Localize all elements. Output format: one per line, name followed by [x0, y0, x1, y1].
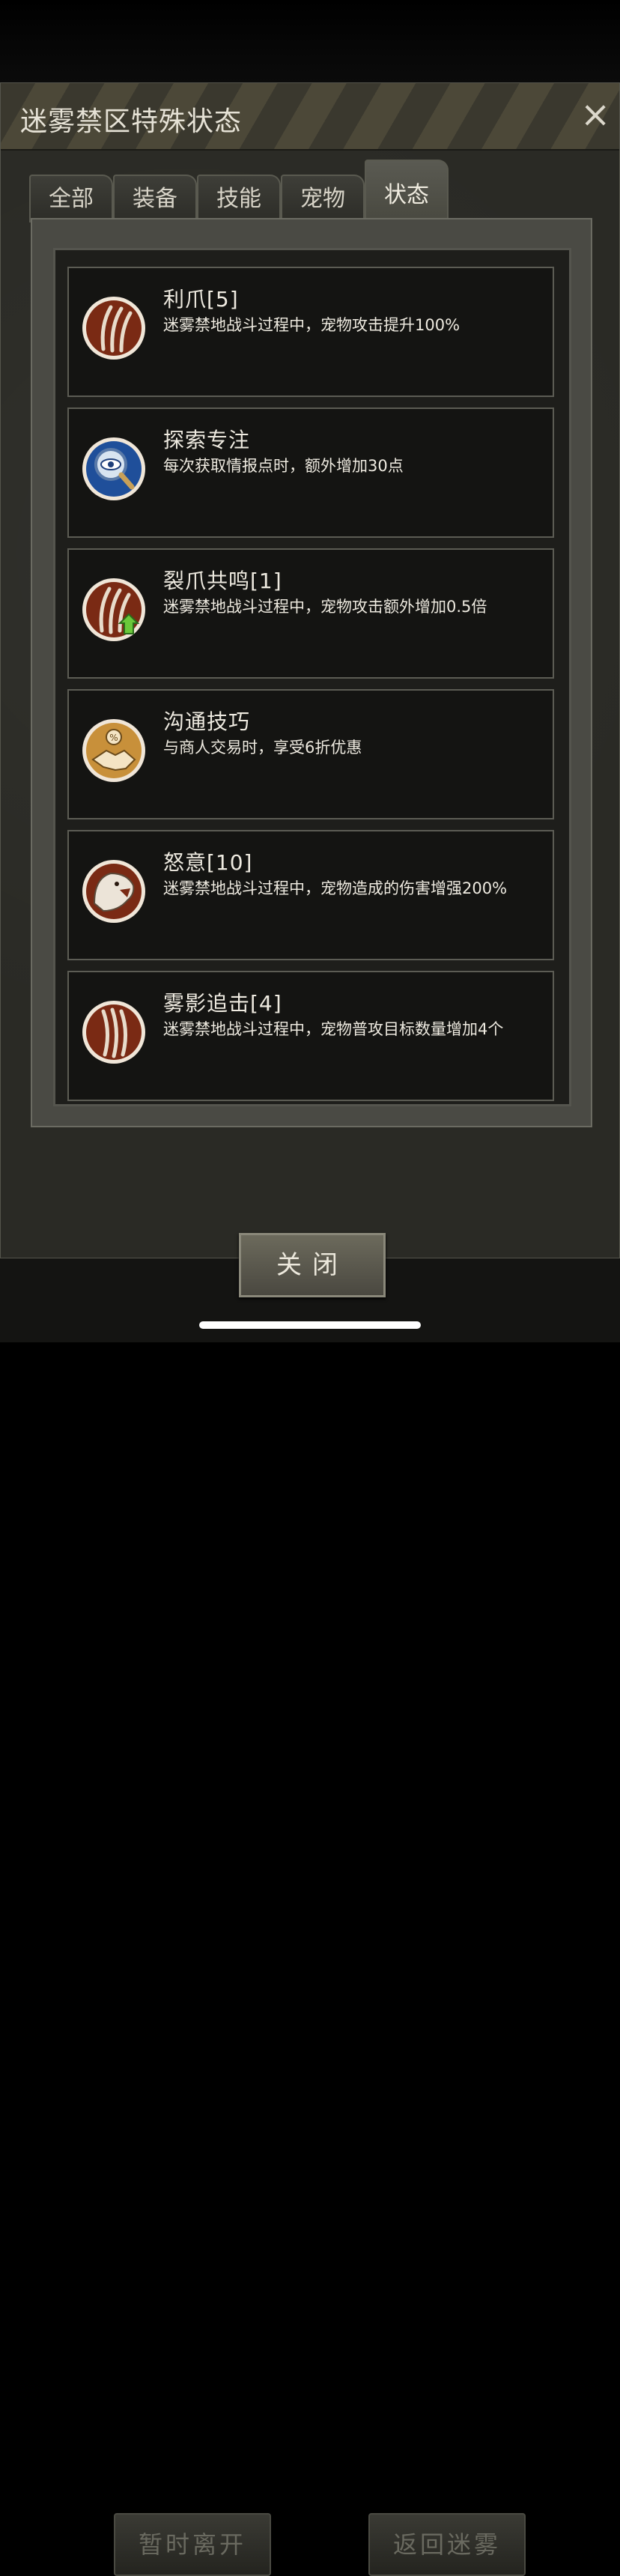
status-description: 迷雾禁地战斗过程中，宠物造成的伤害增强200%: [163, 879, 508, 897]
status-name: 雾影追击[4]: [163, 991, 282, 1016]
dialog-title: 迷雾禁区特殊状态: [20, 106, 243, 137]
tab-status[interactable]: 状态: [365, 160, 449, 224]
list-item: 利爪[5] 迷雾禁地战斗过程中，宠物攻击提升100%: [67, 267, 554, 397]
home-indicator[interactable]: [199, 1321, 421, 1329]
claw-upgrade-icon: [81, 569, 147, 650]
magnifier-eye-icon: [81, 428, 147, 509]
handshake-discount-icon: %: [81, 710, 147, 791]
angry-beast-icon: [81, 851, 147, 932]
svg-text:%: %: [109, 733, 118, 743]
list-item: 裂爪共鸣[1] 迷雾禁地战斗过程中，宠物攻击额外增加0.5倍: [67, 548, 554, 679]
status-list[interactable]: 利爪[5] 迷雾禁地战斗过程中，宠物攻击提升100% 探索专注 每次获取情报点时…: [53, 248, 571, 1106]
status-bar-area: [0, 0, 620, 82]
status-name: 探索专注: [163, 428, 251, 452]
status-description: 迷雾禁地战斗过程中，宠物攻击提升100%: [163, 316, 461, 334]
status-dialog: 迷雾禁区特殊状态 × 全部 装备 技能 宠物 状态 利爪[5] 迷雾禁地战斗过程…: [0, 82, 620, 1297]
claw-icon: [81, 288, 147, 369]
list-item: 怒意[10] 迷雾禁地战斗过程中，宠物造成的伤害增强200%: [67, 830, 554, 960]
close-button[interactable]: 关闭: [239, 1233, 386, 1297]
status-description: 迷雾禁地战斗过程中，宠物普攻目标数量增加4个: [163, 1020, 504, 1038]
close-icon[interactable]: ×: [580, 97, 610, 133]
title-bar: 迷雾禁区特殊状态 ×: [1, 83, 619, 151]
list-item: 雾影追击[4] 迷雾禁地战斗过程中，宠物普攻目标数量增加4个: [67, 971, 554, 1101]
tab-pets[interactable]: 宠物: [281, 175, 365, 222]
status-description: 每次获取情报点时，额外增加30点: [163, 457, 404, 475]
content-panel: 利爪[5] 迷雾禁地战斗过程中，宠物攻击提升100% 探索专注 每次获取情报点时…: [31, 218, 592, 1127]
leave-temporarily-button: 暂时离开: [114, 2513, 271, 2576]
status-description: 与商人交易时，享受6折优惠: [163, 739, 362, 757]
status-name: 怒意[10]: [163, 850, 253, 875]
return-fog-button: 返回迷雾: [368, 2513, 526, 2576]
status-name: 沟通技巧: [163, 709, 251, 734]
status-name: 利爪[5]: [163, 287, 239, 312]
claw-marks-icon: [81, 992, 147, 1073]
list-item: 探索专注 每次获取情报点时，额外增加30点: [67, 407, 554, 538]
list-item: % 沟通技巧 与商人交易时，享受6折优惠: [67, 689, 554, 819]
status-name: 裂爪共鸣[1]: [163, 569, 282, 593]
status-description: 迷雾禁地战斗过程中，宠物攻击额外增加0.5倍: [163, 598, 487, 616]
tab-equipment[interactable]: 装备: [113, 175, 197, 222]
tab-skills[interactable]: 技能: [197, 175, 281, 222]
tab-all[interactable]: 全部: [29, 175, 113, 222]
